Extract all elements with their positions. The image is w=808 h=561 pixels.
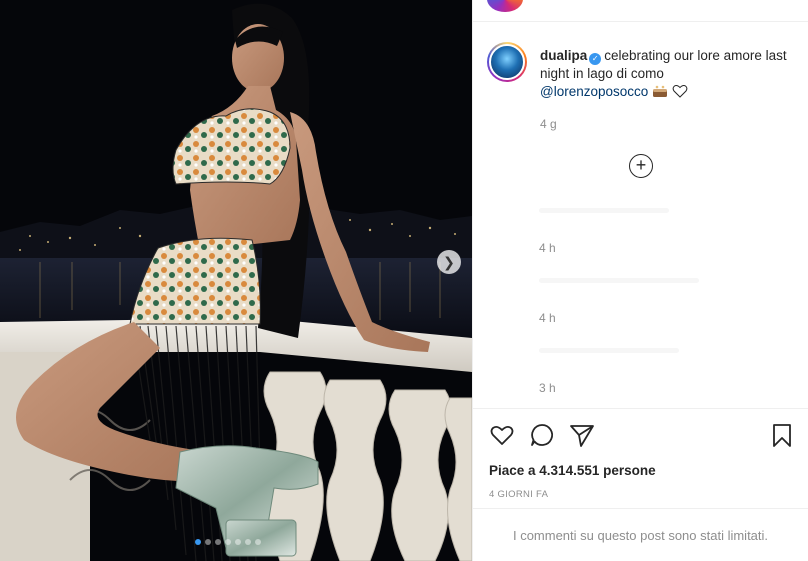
cake-emoji-icon: [653, 85, 668, 97]
chevron-right-icon: ❯: [443, 254, 455, 270]
comment-timestamp: 4 h: [539, 241, 556, 255]
post-side-panel: dualipa ✓ celebrating our lore amore last …: [472, 0, 808, 561]
bookmark-icon[interactable]: [769, 422, 795, 448]
post-caption: dualipa ✓ celebrating our lore amore last …: [540, 47, 798, 101]
carousel-dot: [215, 539, 221, 545]
load-more-comments-button[interactable]: +: [629, 154, 653, 178]
carousel-dots: [195, 539, 261, 545]
carousel-dot: [225, 539, 231, 545]
comment-placeholder: [539, 208, 669, 213]
heart-icon[interactable]: [489, 422, 515, 448]
post-header: [473, 0, 808, 22]
comment-placeholder: [539, 348, 679, 353]
carousel-dot: [255, 539, 261, 545]
comments-limited-notice: I commenti su questo post sono stati lim…: [473, 508, 808, 561]
avatar-image: [489, 44, 525, 80]
photo-illustration: [0, 0, 472, 561]
header-avatar[interactable]: [487, 0, 523, 12]
post-actions: [473, 408, 808, 456]
comment-timestamp: 3 h: [539, 381, 556, 395]
plus-circle-icon: +: [635, 155, 647, 175]
post-photo[interactable]: ❯: [0, 0, 472, 561]
carousel-dot: [205, 539, 211, 545]
comment-placeholder: [539, 278, 699, 283]
caption-mention[interactable]: @lorenzoposocco: [540, 84, 648, 99]
comment-item: 4 h: [513, 196, 803, 256]
send-icon[interactable]: [569, 422, 595, 448]
carousel-dot: [245, 539, 251, 545]
comment-icon[interactable]: [529, 422, 555, 448]
author-username[interactable]: dualipa: [540, 48, 587, 63]
comment-timestamp: 4 h: [539, 311, 556, 325]
post-date[interactable]: 4 GIORNI FA: [489, 489, 548, 500]
comment-item: 3 h: [513, 336, 803, 396]
likes-count[interactable]: Piace a 4.314.551 persone: [489, 463, 656, 478]
white-heart-emoji-icon: [672, 85, 688, 98]
verified-badge-icon: ✓: [589, 53, 602, 65]
carousel-dot: [235, 539, 241, 545]
next-photo-button[interactable]: ❯: [437, 250, 461, 274]
caption-timestamp: 4 g: [540, 117, 557, 131]
comment-item: 4 h: [513, 266, 803, 326]
author-avatar[interactable]: [487, 42, 527, 82]
carousel-dot: [195, 539, 201, 545]
